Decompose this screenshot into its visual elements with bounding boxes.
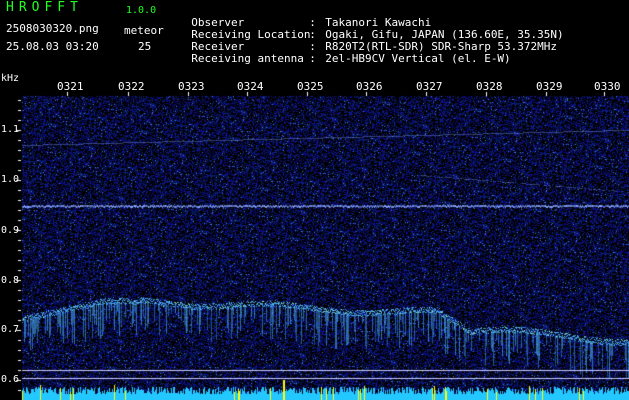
info-row-antenna: Receiving antenna:2el-HB9CV Vertical (el… — [178, 41, 511, 65]
app-version: 1.0.0 — [126, 5, 157, 16]
info-sep: : — [309, 52, 316, 65]
freq-tick-label: 1.1 — [1, 124, 20, 135]
meteor-count: 25 — [138, 40, 152, 53]
time-tick-label: 0329 — [536, 80, 563, 93]
info-value: 2el-HB9CV Vertical (el. E-W) — [325, 52, 511, 65]
freq-tick-label: 0.9 — [1, 225, 20, 236]
time-tick-label: 0321 — [57, 80, 84, 93]
time-tick-label: 0326 — [356, 80, 383, 93]
freq-unit-label: kHz — [1, 73, 20, 84]
meteor-label: meteor — [124, 24, 164, 37]
time-tick-label: 0325 — [297, 80, 324, 93]
freq-tick-label: 0.8 — [1, 275, 20, 286]
freq-tick-label: 0.7 — [1, 324, 20, 335]
app-name: HROFFT — [6, 0, 83, 15]
file-name: 2508030320.png — [6, 22, 99, 35]
date-time: 25.08.03 03:20 — [6, 40, 99, 53]
time-tick-label: 0322 — [118, 80, 145, 93]
info-key: Receiving antenna — [191, 52, 304, 65]
time-tick-label: 0330 — [594, 80, 621, 93]
time-tick-label: 0327 — [416, 80, 443, 93]
time-tick-label: 0323 — [178, 80, 205, 93]
time-tick-label: 0328 — [476, 80, 503, 93]
time-tick-label: 0324 — [237, 80, 264, 93]
freq-tick-label: 0.6 — [1, 374, 20, 385]
freq-tick-label: 1.0 — [1, 174, 20, 185]
